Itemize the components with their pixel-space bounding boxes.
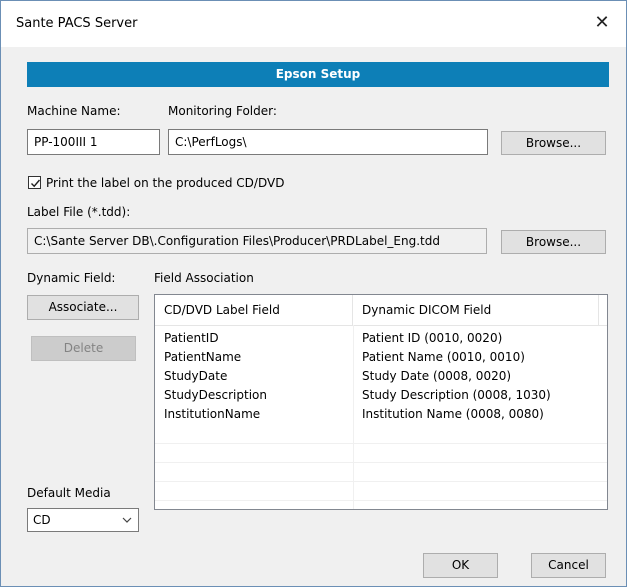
associate-button[interactable]: Associate... (27, 295, 139, 320)
column-header-label-field[interactable]: CD/DVD Label Field (155, 295, 353, 325)
dicom-field-cell: Study Date (0008, 0020) (362, 369, 512, 383)
field-association-table[interactable]: CD/DVD Label Field Dynamic DICOM Field P… (154, 294, 608, 510)
browse-label-file-button[interactable]: Browse... (501, 230, 606, 254)
setup-banner: Epson Setup (27, 62, 609, 87)
print-label-checkbox[interactable] (28, 176, 41, 189)
table-row[interactable]: PatientName Patient Name (0010, 0010) (155, 348, 607, 367)
table-row[interactable]: StudyDescription Study Description (0008… (155, 386, 607, 405)
ok-button[interactable]: OK (423, 553, 498, 578)
close-icon[interactable]: ✕ (588, 10, 616, 36)
machine-name-input[interactable]: PP-100III 1 (27, 129, 160, 155)
title-bar: Sante PACS Server ✕ (1, 1, 626, 47)
window-title: Sante PACS Server (16, 16, 138, 31)
label-field-cell: InstitutionName (164, 407, 261, 421)
table-header: CD/DVD Label Field Dynamic DICOM Field (155, 295, 607, 326)
label-file-input[interactable]: C:\Sante Server DB\.Configuration Files\… (27, 228, 487, 254)
dicom-field-cell: Patient Name (0010, 0010) (362, 350, 525, 364)
default-media-select[interactable]: CD (27, 508, 139, 532)
cancel-button[interactable]: Cancel (531, 553, 606, 578)
column-header-dicom-field[interactable]: Dynamic DICOM Field (353, 295, 599, 325)
table-row[interactable]: PatientID Patient ID (0010, 0020) (155, 329, 607, 348)
dicom-field-cell: Institution Name (0008, 0080) (362, 407, 544, 421)
dicom-field-cell: Study Description (0008, 1030) (362, 388, 551, 402)
dynamic-field-label: Dynamic Field: (27, 271, 116, 285)
grid-line (155, 462, 607, 463)
machine-name-label: Machine Name: (27, 104, 121, 118)
grid-line (155, 481, 607, 482)
grid-line (155, 443, 607, 444)
label-field-cell: PatientName (164, 350, 242, 364)
field-association-label: Field Association (154, 271, 254, 285)
grid-line (155, 500, 607, 501)
monitoring-folder-input[interactable]: C:\PerfLogs\ (168, 129, 488, 155)
delete-button[interactable]: Delete (31, 336, 136, 361)
dicom-field-cell: Patient ID (0010, 0020) (362, 331, 503, 345)
print-label-text: Print the label on the produced CD/DVD (46, 176, 285, 190)
chevron-down-icon (122, 509, 132, 538)
label-file-label: Label File (*.tdd): (27, 205, 131, 219)
checkmark-icon (31, 179, 41, 188)
monitoring-folder-label: Monitoring Folder: (168, 104, 277, 118)
label-field-cell: StudyDescription (164, 388, 267, 402)
label-field-cell: StudyDate (164, 369, 228, 383)
dialog-window: Sante PACS Server ✕ Epson Setup Machine … (0, 0, 627, 587)
default-media-label: Default Media (27, 486, 111, 500)
table-row[interactable]: InstitutionName Institution Name (0008, … (155, 405, 607, 424)
browse-folder-button[interactable]: Browse... (501, 131, 606, 155)
label-field-cell: PatientID (164, 331, 219, 345)
table-row[interactable]: StudyDate Study Date (0008, 0020) (155, 367, 607, 386)
default-media-value: CD (33, 513, 51, 527)
